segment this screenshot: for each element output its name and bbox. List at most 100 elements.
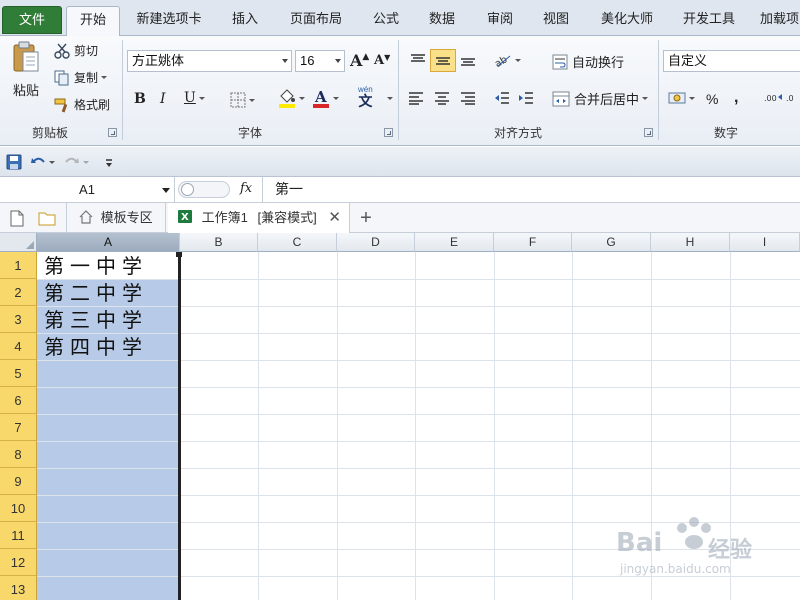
- tab-addins[interactable]: 加载项: [760, 6, 800, 34]
- tab-page-layout[interactable]: 页面布局: [284, 6, 348, 34]
- align-right-icon: [461, 92, 475, 105]
- customize-qat-button[interactable]: [104, 158, 114, 168]
- new-file-icon: [10, 210, 24, 227]
- insert-function-icon[interactable]: fx: [240, 181, 252, 196]
- align-right-button[interactable]: [460, 91, 476, 105]
- row-header-13[interactable]: 13: [0, 576, 37, 600]
- decrease-indent-button[interactable]: [494, 91, 510, 105]
- align-left-button[interactable]: [408, 91, 424, 105]
- save-button[interactable]: [6, 154, 22, 170]
- row-header-5[interactable]: 5: [0, 360, 37, 387]
- row-header-4[interactable]: 4: [0, 333, 37, 360]
- column-header-f[interactable]: F: [494, 233, 572, 252]
- phonetic-button[interactable]: wén 文: [358, 86, 373, 109]
- increase-indent-button[interactable]: [518, 91, 534, 105]
- column-header-h[interactable]: H: [651, 233, 730, 252]
- row-header-10[interactable]: 10: [0, 495, 37, 522]
- tab-review[interactable]: 审阅: [480, 6, 520, 34]
- column-header-i[interactable]: I: [730, 233, 800, 252]
- new-document-button[interactable]: [10, 210, 24, 227]
- select-all-corner[interactable]: [0, 233, 37, 252]
- shrink-font-button[interactable]: A ▼: [374, 52, 390, 69]
- divider: [37, 495, 800, 496]
- chevron-down-icon[interactable]: [387, 97, 393, 100]
- chevron-down-icon: [689, 96, 695, 100]
- tab-beautify[interactable]: 美化大师: [594, 6, 660, 34]
- tab-home[interactable]: 开始: [66, 6, 120, 37]
- wrap-text-button[interactable]: 自动换行: [552, 52, 624, 71]
- tab-workbook[interactable]: X 工作簿1 [兼容模式] ✕: [168, 203, 350, 233]
- tab-view[interactable]: 视图: [536, 6, 576, 34]
- fill-color-button[interactable]: [278, 88, 305, 108]
- row-header-8[interactable]: 8: [0, 441, 37, 468]
- row-header-11[interactable]: 11: [0, 522, 37, 549]
- cell-a2[interactable]: 第二中学: [44, 279, 148, 306]
- borders-button[interactable]: [230, 92, 255, 108]
- cell-a1[interactable]: 第一中学: [44, 252, 148, 279]
- number-format-select[interactable]: 自定义: [663, 50, 800, 72]
- grow-font-button[interactable]: A ▲: [350, 51, 369, 70]
- underline-button[interactable]: U: [184, 90, 205, 106]
- chevron-down-icon[interactable]: [162, 188, 170, 193]
- alignment-group-label: 对齐方式: [493, 126, 542, 140]
- format-painter-button[interactable]: 格式刷: [54, 96, 110, 113]
- row-header-2[interactable]: 2: [0, 279, 37, 306]
- new-tab-button[interactable]: +: [356, 203, 376, 233]
- column-header-b[interactable]: B: [180, 233, 258, 252]
- tab-insert[interactable]: 插入: [222, 6, 268, 34]
- row-header-9[interactable]: 9: [0, 468, 37, 495]
- font-size-select[interactable]: 16: [295, 50, 345, 72]
- name-box[interactable]: A1: [0, 177, 175, 202]
- row-header-1[interactable]: 1: [0, 252, 37, 279]
- bold-button[interactable]: B: [134, 91, 146, 107]
- row-header-6[interactable]: 6: [0, 387, 37, 414]
- column-header-g[interactable]: G: [572, 233, 651, 252]
- formula-input[interactable]: 第一: [262, 177, 800, 202]
- font-color-button[interactable]: A: [312, 88, 339, 108]
- column-header-e[interactable]: E: [415, 233, 494, 252]
- paste-button[interactable]: 粘贴: [8, 40, 44, 102]
- font-dialog-launcher-icon[interactable]: [384, 128, 393, 137]
- copy-button[interactable]: 复制: [54, 69, 108, 86]
- fill-handle[interactable]: [176, 252, 182, 257]
- open-folder-button[interactable]: [38, 211, 56, 226]
- comma-button[interactable]: ,: [734, 89, 738, 107]
- tab-formulas[interactable]: 公式: [366, 6, 406, 34]
- tab-data[interactable]: 数据: [422, 6, 462, 34]
- undo-button[interactable]: [30, 154, 55, 170]
- tab-new[interactable]: 新建选项卡: [130, 6, 208, 34]
- align-bottom-button[interactable]: [458, 50, 478, 70]
- zoom-formula-slider[interactable]: [178, 181, 230, 198]
- column-header-a[interactable]: A: [37, 233, 180, 252]
- percent-button[interactable]: %: [706, 91, 718, 107]
- cut-button[interactable]: 剪切: [54, 42, 98, 59]
- tab-file[interactable]: 文件: [2, 6, 62, 34]
- cell-a3[interactable]: 第三中学: [44, 306, 148, 333]
- close-icon[interactable]: ✕: [328, 203, 341, 233]
- row-header-12[interactable]: 12: [0, 549, 37, 576]
- row-header-3[interactable]: 3: [0, 306, 37, 333]
- tab-template-zone[interactable]: 模板专区: [66, 203, 166, 233]
- column-header-d[interactable]: D: [337, 233, 415, 252]
- align-middle-button[interactable]: [430, 49, 456, 72]
- alignment-dialog-launcher-icon[interactable]: [644, 128, 653, 137]
- increase-decimal-button[interactable]: .00: [764, 91, 784, 105]
- font-name-value: 方正姚体: [132, 53, 185, 68]
- paint-bucket-icon: [279, 89, 295, 108]
- font-name-select[interactable]: 方正姚体: [127, 50, 292, 72]
- tab-developer[interactable]: 开发工具: [676, 6, 742, 34]
- cell-a4[interactable]: 第四中学: [44, 333, 148, 360]
- align-center-button[interactable]: [434, 91, 450, 105]
- orientation-button[interactable]: ab: [494, 52, 521, 68]
- font-size-value: 16: [300, 53, 315, 68]
- decrease-decimal-button[interactable]: .0: [786, 91, 800, 105]
- column-header-c[interactable]: C: [258, 233, 337, 252]
- divider: [37, 333, 800, 334]
- italic-button[interactable]: I: [160, 91, 166, 107]
- redo-button[interactable]: [64, 154, 89, 170]
- row-header-7[interactable]: 7: [0, 414, 37, 441]
- align-top-button[interactable]: [408, 50, 428, 70]
- clipboard-dialog-launcher-icon[interactable]: [108, 128, 117, 137]
- accounting-format-button[interactable]: [668, 90, 695, 106]
- merge-center-button[interactable]: 合并后居中: [552, 89, 649, 108]
